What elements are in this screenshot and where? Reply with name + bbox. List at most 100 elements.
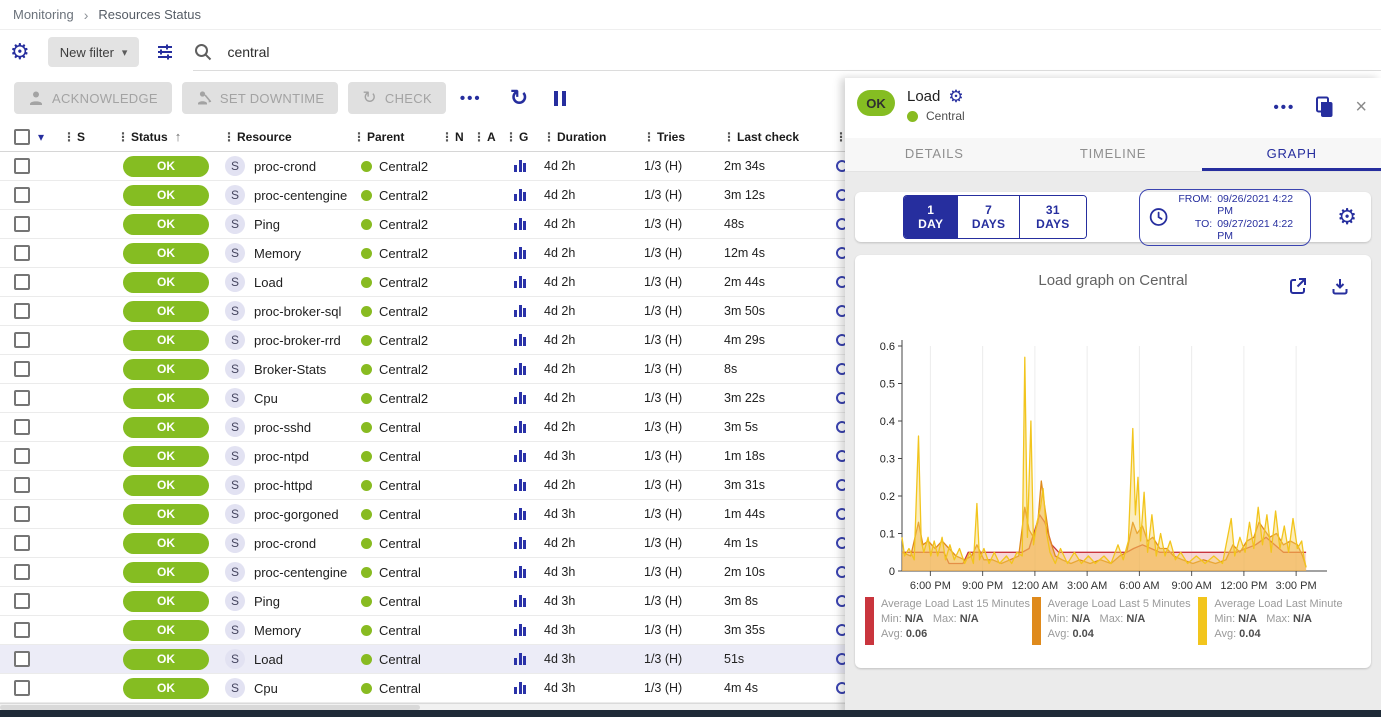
- graph-icon[interactable]: [514, 421, 538, 433]
- new-filter-button[interactable]: New filter ▾: [48, 37, 140, 67]
- drag-dots-icon[interactable]: ⋮: [643, 130, 654, 144]
- graph-icon[interactable]: [514, 595, 538, 607]
- graph-icon[interactable]: [514, 450, 538, 462]
- graph-icon[interactable]: [514, 624, 538, 636]
- open-in-new-icon[interactable]: [1289, 277, 1307, 295]
- row-checkbox[interactable]: [14, 506, 30, 522]
- range-button-31-days[interactable]: 31 DAYS: [1019, 196, 1086, 238]
- header-notes[interactable]: ⋮N: [436, 130, 468, 144]
- graph-icon[interactable]: [514, 334, 538, 346]
- pause-icon[interactable]: [554, 91, 566, 106]
- tune-filter-icon[interactable]: [155, 42, 175, 62]
- row-checkbox[interactable]: [14, 303, 30, 319]
- graph-icon[interactable]: [514, 305, 538, 317]
- more-actions-icon[interactable]: •••: [460, 90, 482, 107]
- row-checkbox[interactable]: [14, 216, 30, 232]
- graph-icon[interactable]: [514, 537, 538, 549]
- legend-item[interactable]: Average Load Last 15 Minutes Min:N/A Max…: [865, 597, 1032, 645]
- graph-icon[interactable]: [514, 653, 538, 665]
- row-checkbox[interactable]: [14, 477, 30, 493]
- graph-icon[interactable]: [514, 276, 538, 288]
- table-row[interactable]: OK Sproc-crond Central2 4d 2h 1/3 (H) 2m…: [0, 152, 845, 181]
- table-row[interactable]: OK SPing Central2 4d 2h 1/3 (H) 48s: [0, 210, 845, 239]
- copy-link-icon[interactable]: [1315, 96, 1335, 118]
- select-all-checkbox[interactable]: [14, 129, 30, 145]
- drag-dots-icon[interactable]: ⋮: [353, 130, 364, 144]
- close-panel-icon[interactable]: ×: [1355, 97, 1367, 117]
- header-duration[interactable]: ⋮Duration: [538, 130, 638, 144]
- datetime-range-picker[interactable]: FROM:09/26/2021 4:22 PM TO:09/27/2021 4:…: [1139, 189, 1311, 246]
- graph-icon[interactable]: [514, 218, 538, 230]
- drag-dots-icon[interactable]: ⋮: [63, 130, 74, 144]
- table-row[interactable]: OK Sproc-gorgoned Central 4d 3h 1/3 (H) …: [0, 500, 845, 529]
- table-row[interactable]: OK SBroker-Stats Central2 4d 2h 1/3 (H) …: [0, 355, 845, 384]
- table-row[interactable]: OK Sproc-httpd Central 4d 2h 1/3 (H) 3m …: [0, 471, 845, 500]
- resource-settings-gear-icon[interactable]: ⚙: [948, 88, 963, 105]
- legend-item[interactable]: Average Load Last 5 Minutes Min:N/A Max:…: [1032, 597, 1199, 645]
- table-row[interactable]: OK Sproc-centengine Central2 4d 2h 1/3 (…: [0, 181, 845, 210]
- table-row[interactable]: OK SCpu Central2 4d 2h 1/3 (H) 3m 22s: [0, 384, 845, 413]
- drag-dots-icon[interactable]: ⋮: [117, 130, 128, 144]
- drag-dots-icon[interactable]: ⋮: [441, 130, 452, 144]
- row-checkbox[interactable]: [14, 274, 30, 290]
- select-menu-caret-icon[interactable]: ▾: [38, 130, 58, 144]
- graph-icon[interactable]: [514, 682, 538, 694]
- graph-icon[interactable]: [514, 566, 538, 578]
- drag-dots-icon[interactable]: ⋮: [223, 130, 234, 144]
- search-input[interactable]: [227, 44, 527, 60]
- row-checkbox[interactable]: [14, 245, 30, 261]
- drag-dots-icon[interactable]: ⋮: [723, 130, 734, 144]
- header-severity[interactable]: ⋮S: [58, 130, 112, 144]
- table-row[interactable]: OK SLoad Central 4d 3h 1/3 (H) 51s: [0, 645, 845, 674]
- range-button-1-day[interactable]: 1 DAY: [904, 196, 957, 238]
- table-row[interactable]: OK Sproc-broker-sql Central2 4d 2h 1/3 (…: [0, 297, 845, 326]
- header-parent[interactable]: ⋮Parent: [348, 130, 436, 144]
- graph-icon[interactable]: [514, 479, 538, 491]
- graph-icon[interactable]: [514, 189, 538, 201]
- graph-icon[interactable]: [514, 160, 538, 172]
- filter-settings-gear-icon[interactable]: ⚙: [10, 41, 30, 63]
- graph-icon[interactable]: [514, 247, 538, 259]
- graph-icon[interactable]: [514, 392, 538, 404]
- breadcrumb-resources-status[interactable]: Resources Status: [98, 7, 201, 22]
- row-checkbox[interactable]: [14, 593, 30, 609]
- download-icon[interactable]: [1331, 277, 1349, 295]
- header-tries[interactable]: ⋮Tries: [638, 130, 718, 144]
- drag-dots-icon[interactable]: ⋮: [473, 130, 484, 144]
- legend-item[interactable]: Average Load Last Minute Min:N/A Max:N/A…: [1198, 597, 1365, 645]
- row-checkbox[interactable]: [14, 448, 30, 464]
- tab-details[interactable]: DETAILS: [845, 138, 1024, 171]
- tab-graph[interactable]: GRAPH: [1202, 138, 1381, 171]
- table-row[interactable]: OK SMemory Central 4d 3h 1/3 (H) 3m 35s: [0, 616, 845, 645]
- header-last-check[interactable]: ⋮Last check: [718, 130, 830, 144]
- table-row[interactable]: OK Sproc-crond Central 4d 2h 1/3 (H) 4m …: [0, 529, 845, 558]
- row-checkbox[interactable]: [14, 680, 30, 696]
- set-downtime-button[interactable]: SET DOWNTIME: [182, 82, 338, 114]
- row-checkbox[interactable]: [14, 158, 30, 174]
- row-checkbox[interactable]: [14, 651, 30, 667]
- row-checkbox[interactable]: [14, 535, 30, 551]
- acknowledge-button[interactable]: ACKNOWLEDGE: [14, 82, 172, 114]
- row-checkbox[interactable]: [14, 361, 30, 377]
- row-checkbox[interactable]: [14, 332, 30, 348]
- breadcrumb-monitoring[interactable]: Monitoring: [13, 7, 74, 22]
- table-row[interactable]: OK Sproc-broker-rrd Central2 4d 2h 1/3 (…: [0, 326, 845, 355]
- range-button-7-days[interactable]: 7 DAYS: [957, 196, 1018, 238]
- tab-timeline[interactable]: TIMELINE: [1024, 138, 1203, 171]
- check-button[interactable]: ↻ CHECK: [348, 82, 446, 114]
- table-row[interactable]: OK SLoad Central2 4d 2h 1/3 (H) 2m 44s: [0, 268, 845, 297]
- row-checkbox[interactable]: [14, 390, 30, 406]
- refresh-icon[interactable]: ↻: [510, 87, 528, 109]
- header-action[interactable]: ⋮A: [468, 130, 500, 144]
- table-row[interactable]: OK Sproc-sshd Central 4d 2h 1/3 (H) 3m 5…: [0, 413, 845, 442]
- table-row[interactable]: OK Sproc-centengine Central 4d 3h 1/3 (H…: [0, 558, 845, 587]
- header-resource[interactable]: ⋮Resource: [218, 130, 348, 144]
- row-checkbox[interactable]: [14, 419, 30, 435]
- row-checkbox[interactable]: [14, 564, 30, 580]
- table-row[interactable]: OK SPing Central 4d 3h 1/3 (H) 3m 8s: [0, 587, 845, 616]
- table-row[interactable]: OK SMemory Central2 4d 2h 1/3 (H) 12m 4s: [0, 239, 845, 268]
- graph-icon[interactable]: [514, 363, 538, 375]
- table-row[interactable]: OK Sproc-ntpd Central 4d 3h 1/3 (H) 1m 1…: [0, 442, 845, 471]
- header-graph[interactable]: ⋮G: [500, 130, 538, 144]
- row-checkbox[interactable]: [14, 622, 30, 638]
